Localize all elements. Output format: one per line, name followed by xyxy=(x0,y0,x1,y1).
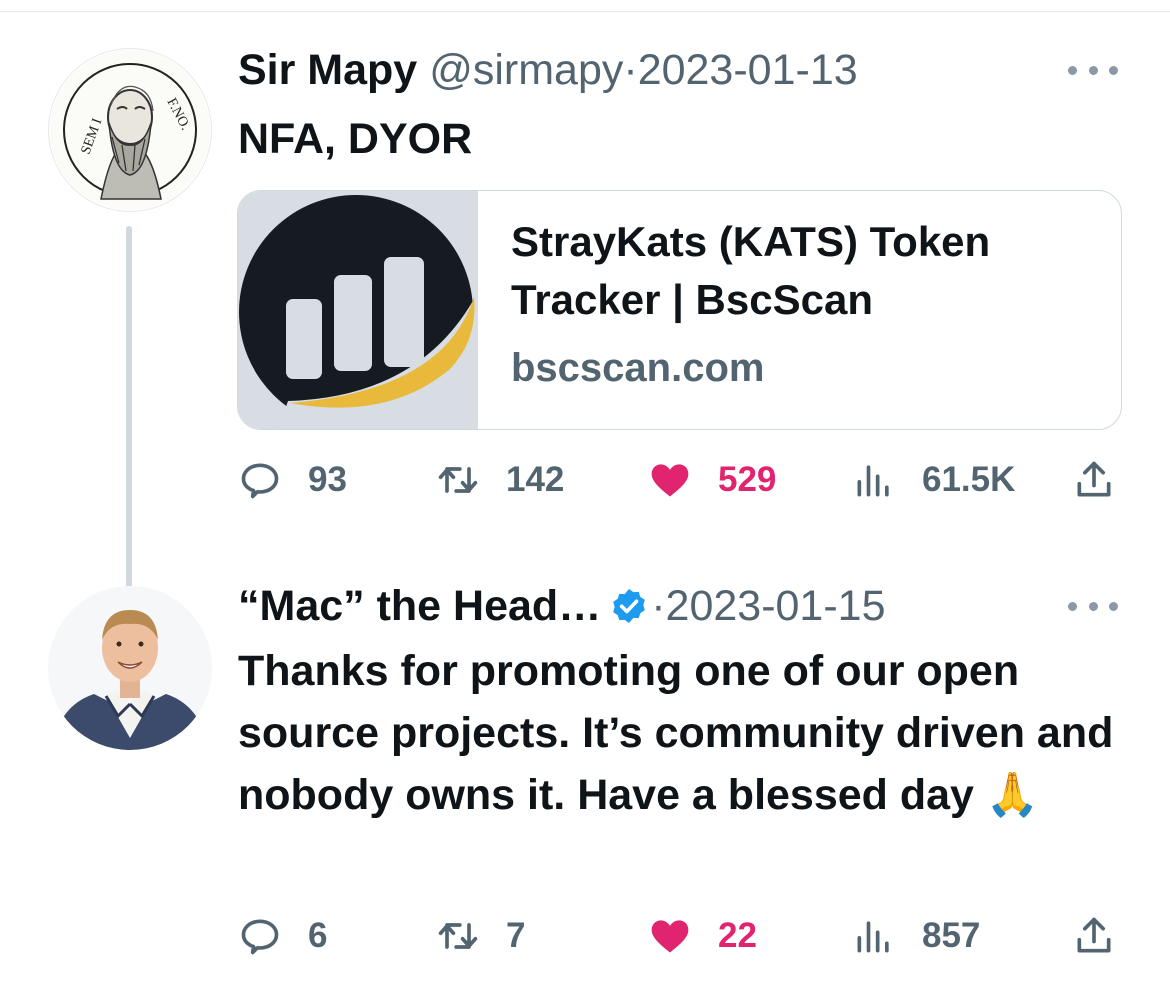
reply-count: 6 xyxy=(308,916,328,955)
like-count: 22 xyxy=(718,916,757,955)
card-info: StrayKats (KATS) Token Tracker | BscScan… xyxy=(511,213,1101,393)
engraving-portrait-image: SEM I F.NO. xyxy=(50,50,210,210)
user-handle[interactable]: @sirmapy xyxy=(429,46,623,94)
more-icon[interactable] xyxy=(1068,596,1118,616)
share-button[interactable] xyxy=(1072,906,1116,966)
retweet-button[interactable]: 142 xyxy=(436,450,564,510)
thread-connector-line xyxy=(126,226,132,612)
heart-icon xyxy=(651,920,689,953)
reply-icon xyxy=(241,463,279,499)
separator-dot: · xyxy=(623,46,638,94)
tweet-actions: 93 142 529 61.5K xyxy=(238,450,1118,510)
retweet-icon xyxy=(438,923,478,949)
like-count: 529 xyxy=(718,460,777,499)
like-button[interactable]: 529 xyxy=(648,450,776,510)
tweet-text: NFA, DYOR xyxy=(238,115,473,163)
tweet-2[interactable]: “Mac” the Head… ·2023-01-15 Thanks for pr… xyxy=(0,570,1170,980)
display-name[interactable]: Sir Mapy xyxy=(238,46,417,94)
views-icon xyxy=(857,465,889,497)
link-preview-card[interactable]: StrayKats (KATS) Token Tracker | BscScan… xyxy=(237,190,1122,430)
avatar-mac[interactable] xyxy=(48,586,212,750)
reply-button[interactable]: 6 xyxy=(238,906,327,966)
share-icon xyxy=(1077,917,1111,953)
view-count: 857 xyxy=(922,916,981,955)
separator-dot: · xyxy=(651,582,666,630)
tweet-date[interactable]: 2023-01-15 xyxy=(666,582,886,630)
tweet-header: “Mac” the Head… ·2023-01-15 xyxy=(238,578,886,634)
retweet-button[interactable]: 7 xyxy=(436,906,525,966)
tweet-header: Sir Mapy @sirmapy·2023-01-13 xyxy=(238,42,858,98)
profile-photo xyxy=(48,586,212,750)
card-thumbnail xyxy=(238,191,478,429)
card-domain: bscscan.com xyxy=(511,346,765,390)
tweet-text: Thanks for promoting one of our open sou… xyxy=(238,647,1114,819)
retweet-count: 7 xyxy=(506,916,526,955)
views-button[interactable]: 61.5K xyxy=(852,450,1015,510)
views-button[interactable]: 857 xyxy=(852,906,980,966)
retweet-icon xyxy=(438,467,478,493)
share-button[interactable] xyxy=(1072,450,1116,510)
display-name[interactable]: “Mac” the Head… xyxy=(238,582,601,630)
tweet-actions: 6 7 22 857 xyxy=(238,906,1118,966)
verified-badge-icon xyxy=(613,589,646,623)
tweet-1[interactable]: SEM I F.NO. Sir Mapy @sirmapy·2023-01-13… xyxy=(0,40,1170,612)
top-divider xyxy=(0,0,1170,12)
like-button[interactable]: 22 xyxy=(648,906,757,966)
reply-count: 93 xyxy=(308,460,347,499)
reply-icon xyxy=(241,919,279,955)
reply-button[interactable]: 93 xyxy=(238,450,347,510)
avatar-sir-mapy[interactable]: SEM I F.NO. xyxy=(48,48,212,212)
card-title: StrayKats (KATS) Token Tracker | BscScan xyxy=(511,218,991,323)
retweet-count: 142 xyxy=(506,460,565,499)
tweet-date[interactable]: 2023-01-13 xyxy=(638,46,858,94)
bscscan-logo xyxy=(239,195,478,429)
share-icon xyxy=(1077,461,1111,497)
heart-icon xyxy=(651,464,689,497)
more-icon[interactable] xyxy=(1068,60,1118,80)
view-count: 61.5K xyxy=(922,460,1016,499)
views-icon xyxy=(857,921,889,953)
